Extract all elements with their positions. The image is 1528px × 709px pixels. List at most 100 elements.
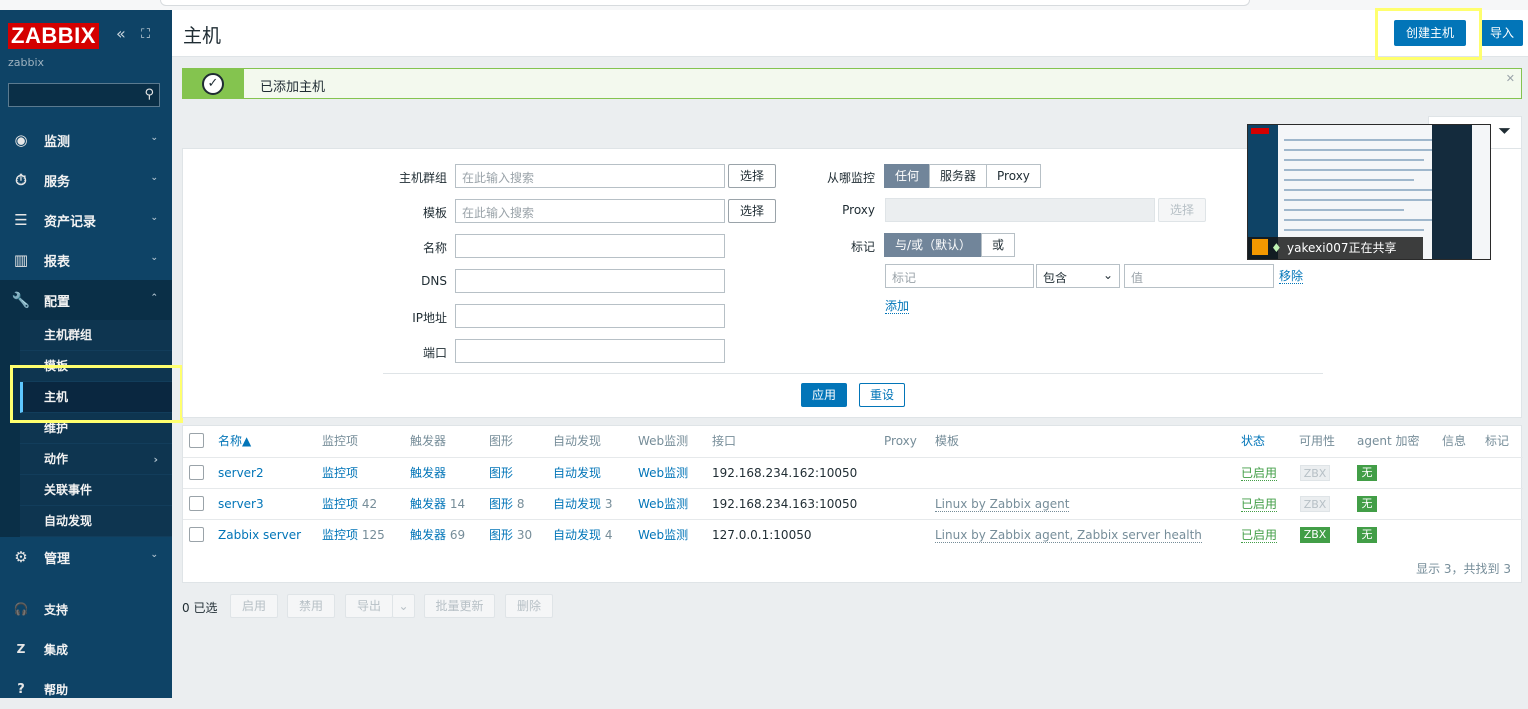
- graphs-link[interactable]: 图形 8: [489, 489, 524, 520]
- discovery-count: 4: [604, 528, 613, 542]
- config-submenu: 主机群组 模板 主机 维护 动作 › 关联事件 自动发现: [0, 320, 172, 537]
- items-link[interactable]: 监控项: [322, 458, 358, 489]
- status-link[interactable]: 已启用: [1241, 528, 1278, 543]
- column-discovery: 自动发现: [553, 434, 602, 448]
- web-link[interactable]: Web监测: [638, 520, 688, 551]
- enable-button[interactable]: 启用: [230, 594, 278, 618]
- monitored-by-any[interactable]: 任何: [884, 164, 931, 188]
- row-checkbox[interactable]: [189, 527, 204, 542]
- host-name-link[interactable]: server3: [218, 489, 264, 520]
- column-availability: 可用性: [1299, 434, 1336, 448]
- list-icon: ☰: [14, 211, 28, 229]
- triggers-link[interactable]: 触发器 14: [410, 489, 465, 520]
- menu-configuration[interactable]: 🔧 配置 ⌃: [0, 280, 172, 320]
- tag-name-input[interactable]: 标记: [885, 264, 1034, 288]
- import-button[interactable]: 导入: [1481, 20, 1523, 46]
- menu-label: 集成: [44, 642, 69, 657]
- submenu-discovery[interactable]: 自动发现: [20, 506, 172, 537]
- tag-operator-select[interactable]: 包含 ⌄: [1036, 264, 1120, 288]
- share-banner: ♦ yakexi007正在共享: [1248, 237, 1423, 259]
- encryption-badge: 无: [1357, 527, 1377, 543]
- column-name[interactable]: 名称▲: [218, 426, 251, 457]
- tags-mode-and-or[interactable]: 与/或（默认）: [884, 233, 983, 257]
- row-checkbox[interactable]: [189, 465, 204, 480]
- templates-input[interactable]: 在此输入搜索: [455, 199, 725, 223]
- host-name-link[interactable]: Zabbix server: [218, 520, 301, 551]
- screen-share-thumbnail[interactable]: ♦ yakexi007正在共享: [1247, 124, 1491, 260]
- items-link[interactable]: 监控项 125: [322, 520, 385, 551]
- submenu-actions[interactable]: 动作 ›: [20, 444, 172, 475]
- menu-services[interactable]: ⏱ 服务 ⌄: [0, 160, 172, 200]
- server-name: zabbix: [8, 56, 45, 69]
- interface-value: 192.168.234.162:10050: [712, 466, 858, 480]
- export-dropdown-button[interactable]: ⌄: [392, 594, 415, 618]
- column-templates: 模板: [935, 434, 960, 448]
- submenu-host-groups[interactable]: 主机群组: [20, 320, 172, 351]
- host-groups-select-button[interactable]: 选择: [728, 164, 776, 188]
- items-link[interactable]: 监控项 42: [322, 489, 377, 520]
- sidebar: ZABBIX « ⛶ zabbix ⚲ ◉ 监测 ⌄ ⏱ 服务 ⌄ ☰ 资产记录 ⌄ ▥ 报表…: [0, 10, 172, 698]
- encryption-badge: 无: [1357, 465, 1377, 481]
- graphs-label: 图形: [489, 528, 514, 542]
- apply-button[interactable]: 应用: [801, 383, 847, 407]
- template-link[interactable]: Linux by Zabbix agent, Zabbix server hea…: [935, 520, 1202, 551]
- menu-help[interactable]: ? 帮助: [0, 669, 172, 709]
- items-count: 125: [361, 528, 385, 542]
- menu-reports[interactable]: ▥ 报表 ⌄: [0, 240, 172, 280]
- name-input[interactable]: [455, 234, 725, 258]
- name-label: 名称: [422, 241, 447, 255]
- remove-tag-link[interactable]: 移除: [1279, 269, 1304, 284]
- submenu-event-correlation[interactable]: 关联事件: [20, 475, 172, 506]
- graphs-link[interactable]: 图形: [489, 458, 513, 489]
- menu-support[interactable]: 🎧 支持: [0, 589, 172, 629]
- select-all-checkbox[interactable]: [189, 433, 204, 448]
- web-link[interactable]: Web监测: [638, 489, 688, 520]
- tag-value-input[interactable]: 值: [1124, 264, 1274, 288]
- export-button[interactable]: 导出: [345, 594, 393, 618]
- disable-button[interactable]: 禁用: [287, 594, 335, 618]
- ip-input[interactable]: [455, 304, 725, 328]
- template-link[interactable]: Linux by Zabbix agent: [935, 489, 1070, 520]
- proxy-label: Proxy: [842, 203, 875, 217]
- column-proxy[interactable]: Proxy: [884, 426, 917, 457]
- filter-icon[interactable]: ⏷: [1498, 121, 1511, 141]
- row-checkbox[interactable]: [189, 496, 204, 511]
- collapse-sidebar-icon[interactable]: «: [116, 24, 126, 43]
- zabbix-logo[interactable]: ZABBIX: [8, 23, 99, 49]
- discovery-link[interactable]: 自动发现: [553, 458, 601, 489]
- mass-update-button[interactable]: 批量更新: [424, 594, 495, 618]
- status-link[interactable]: 已启用: [1241, 466, 1278, 481]
- column-status[interactable]: 状态: [1241, 426, 1265, 457]
- selected-count: 0 已选: [182, 601, 218, 615]
- search-icon[interactable]: ⚲: [144, 87, 154, 102]
- discovery-link[interactable]: 自动发现 3: [553, 489, 612, 520]
- sidebar-search-input[interactable]: ⚲: [8, 83, 160, 107]
- thumbnail-row: [1284, 179, 1414, 181]
- close-icon[interactable]: ✕: [1506, 72, 1515, 85]
- port-input[interactable]: [455, 339, 725, 363]
- menu-monitoring[interactable]: ◉ 监测 ⌄: [0, 120, 172, 160]
- triggers-link[interactable]: 触发器 69: [410, 520, 465, 551]
- menu-inventory[interactable]: ☰ 资产记录 ⌄: [0, 200, 172, 240]
- headset-icon: 🎧: [13, 602, 29, 616]
- host-groups-input[interactable]: 在此输入搜索: [455, 164, 725, 188]
- dns-input[interactable]: [455, 269, 725, 293]
- thumbnail-row: [1284, 189, 1449, 191]
- monitored-by-server[interactable]: 服务器: [929, 164, 988, 188]
- menu-administration[interactable]: ⚙ 管理 ⌄: [0, 537, 172, 577]
- triggers-count: 69: [449, 528, 466, 542]
- status-link[interactable]: 已启用: [1241, 497, 1278, 512]
- add-tag-link[interactable]: 添加: [885, 299, 910, 314]
- menu-integrations[interactable]: Z 集成: [0, 629, 172, 669]
- host-name-link[interactable]: server2: [218, 458, 264, 489]
- discovery-link[interactable]: 自动发现 4: [553, 520, 612, 551]
- tags-mode-or[interactable]: 或: [981, 233, 1016, 257]
- graphs-link[interactable]: 图形 30: [489, 520, 532, 551]
- kiosk-mode-icon[interactable]: ⛶: [141, 27, 150, 42]
- templates-select-button[interactable]: 选择: [728, 199, 776, 223]
- delete-button[interactable]: 删除: [505, 594, 553, 618]
- monitored-by-proxy[interactable]: Proxy: [986, 164, 1041, 188]
- web-link[interactable]: Web监测: [638, 458, 688, 489]
- reset-button[interactable]: 重设: [859, 383, 905, 407]
- triggers-link[interactable]: 触发器: [410, 458, 446, 489]
